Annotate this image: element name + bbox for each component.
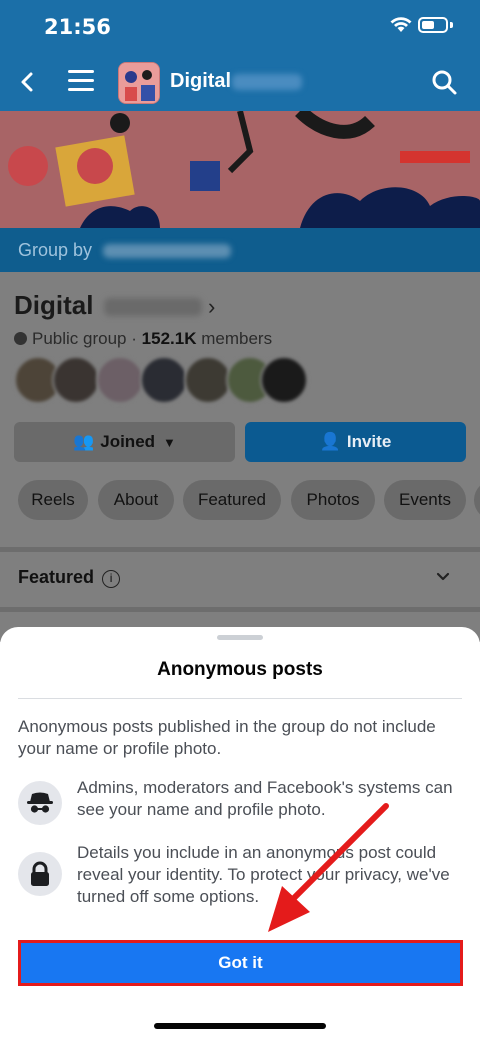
battery-cap [450, 22, 453, 28]
sheet-divider [18, 698, 462, 699]
add-person-icon: 👤 [319, 432, 341, 451]
wifi-icon [390, 17, 412, 32]
featured-title: Featured i [18, 567, 121, 588]
info-row: Admins, moderators and Facebook's system… [18, 777, 468, 827]
avatar [96, 356, 144, 404]
menu-icon[interactable] [68, 70, 94, 94]
lock-icon [18, 852, 62, 896]
tab-reels[interactable]: Reels [18, 480, 88, 520]
avatar [260, 356, 308, 404]
chevron-down-icon[interactable] [436, 570, 450, 584]
invite-button[interactable]: 👤 Invite [245, 422, 466, 462]
tab-events[interactable]: Events [384, 480, 466, 520]
group-avatar[interactable] [118, 62, 160, 104]
group-by-bar: Group by [0, 228, 480, 272]
back-arrow-icon[interactable] [14, 68, 42, 96]
group-info: Digital › Public group · 152.1K members … [0, 272, 480, 547]
blurred-admin-name[interactable] [103, 244, 232, 259]
meta-separator: · [131, 329, 137, 348]
anonymous-posts-sheet: Anonymous posts Anonymous posts publishe… [0, 627, 480, 1039]
sheet-grabber[interactable] [217, 635, 263, 640]
group-name[interactable]: Digital [14, 290, 93, 321]
group-by-label: Group by [18, 240, 93, 260]
tab-more[interactable] [474, 480, 480, 520]
people-icon: 👥 [73, 432, 95, 451]
member-count: 152.1K [141, 329, 197, 348]
incognito-icon [18, 781, 62, 825]
status-time: 21:56 [44, 15, 111, 39]
group-meta: Public group · 152.1K members [14, 329, 272, 349]
sheet-title: Anonymous posts [157, 659, 323, 680]
globe-icon [14, 332, 27, 345]
info-row: Details you include in an anonymous post… [18, 842, 468, 912]
tab-photos[interactable]: Photos [291, 480, 375, 520]
status-bar: 21:56 [0, 0, 480, 54]
info-row-text: Admins, moderators and Facebook's system… [77, 778, 453, 819]
blurred-name [232, 74, 302, 90]
joined-button[interactable]: 👥 Joined ▼ [14, 422, 235, 462]
privacy-label: Public group [32, 329, 127, 348]
cover-photo [0, 111, 480, 228]
top-navigation: Digital [0, 54, 480, 111]
info-icon[interactable]: i [102, 570, 121, 588]
search-icon[interactable] [430, 68, 458, 96]
tab-about[interactable]: About [98, 480, 174, 520]
featured-section[interactable]: Featured i [0, 552, 480, 607]
avatar [52, 356, 100, 404]
avatar [140, 356, 188, 404]
info-row-text: Details you include in an anonymous post… [77, 843, 450, 906]
sheet-description: Anonymous posts published in the group d… [18, 717, 436, 758]
chevron-right-icon[interactable]: › [208, 294, 215, 320]
avatar [184, 356, 232, 404]
tab-featured[interactable]: Featured [183, 480, 281, 520]
caret-down-icon: ▼ [163, 435, 176, 450]
blurred-group-name [104, 298, 202, 316]
nav-title: Digital [170, 70, 232, 92]
battery-icon [418, 17, 448, 33]
home-indicator [154, 1023, 326, 1029]
invite-label: Invite [346, 432, 392, 451]
got-it-button[interactable]: Got it [18, 940, 463, 986]
members-label: members [201, 329, 273, 348]
joined-label: Joined [100, 432, 156, 451]
